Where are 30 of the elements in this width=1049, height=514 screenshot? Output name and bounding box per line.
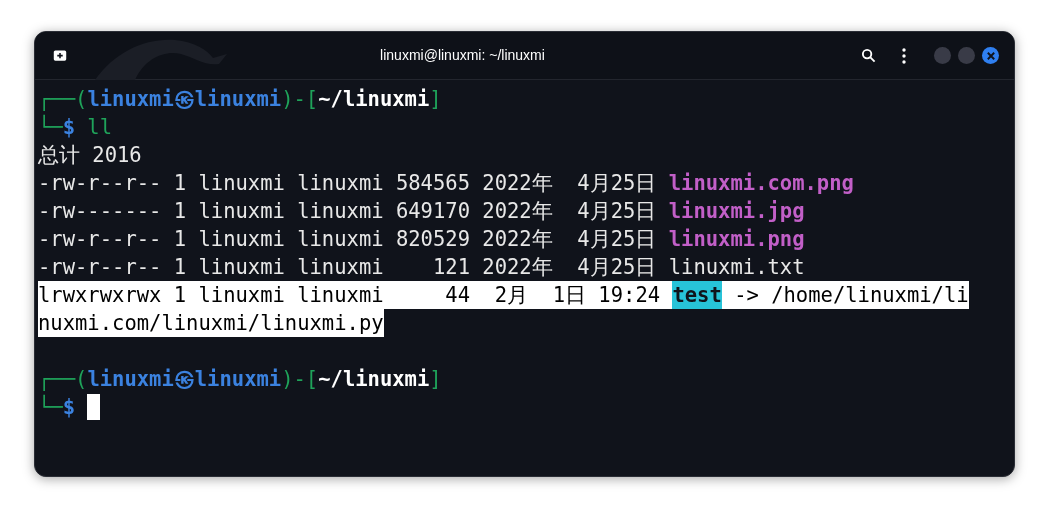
prompt-frame: )-[ (281, 85, 319, 113)
prompt-frame: └─ (38, 113, 63, 141)
close-icon (986, 51, 995, 60)
prompt-frame: ] (429, 85, 442, 113)
output-text: -rw-r--r-- 1 linuxmi linuxmi 584565 2022年 4月25日 (38, 170, 658, 197)
output-text: -rw-r--r-- 1 linuxmi linuxmi 121 2022年 4月25日 linuxmi.txt (38, 254, 805, 281)
file-name: linuxmi.png (668, 226, 805, 253)
prompt-sign: $ (62, 395, 76, 421)
output-text: nuxmi.com/linuxmi/linuxmi.py (38, 310, 384, 337)
prompt-user: linuxmi㉿linuxmi (87, 366, 282, 393)
output-text: -rw------- 1 linuxmi linuxmi 649170 2022年 4月25日 (38, 198, 658, 225)
prompt-sign: $ (62, 115, 76, 141)
prompt-frame: )-[ (281, 365, 319, 393)
file-name: linuxmi.jpg (668, 198, 805, 225)
prompt-frame: ┌──( (38, 365, 88, 393)
window-title: linuxmi@linuxmi: ~/linuxmi (379, 46, 546, 65)
prompt-path: ~/linuxmi (318, 366, 430, 393)
close-button[interactable] (982, 47, 999, 64)
output-text: -rw-r--r-- 1 linuxmi linuxmi 820529 2022年 4月25日 (38, 226, 658, 253)
prompt-user: linuxmi㉿linuxmi (87, 86, 282, 113)
prompt-frame: └─ (38, 393, 63, 421)
output-text: -> /home/linuxmi/li (733, 282, 969, 309)
output-text: lrwxrwxrwx 1 linuxmi linuxmi 44 2月 1日 19:24 (38, 282, 662, 309)
output-text: 总计 2016 (38, 142, 142, 169)
command-text: ll (86, 114, 113, 141)
link-name: test (672, 281, 722, 309)
prompt-frame: ] (429, 365, 442, 393)
prompt-frame: ┌──( (38, 85, 88, 113)
prompt-path: ~/linuxmi (318, 86, 430, 113)
file-name: linuxmi.com.png (668, 170, 854, 197)
